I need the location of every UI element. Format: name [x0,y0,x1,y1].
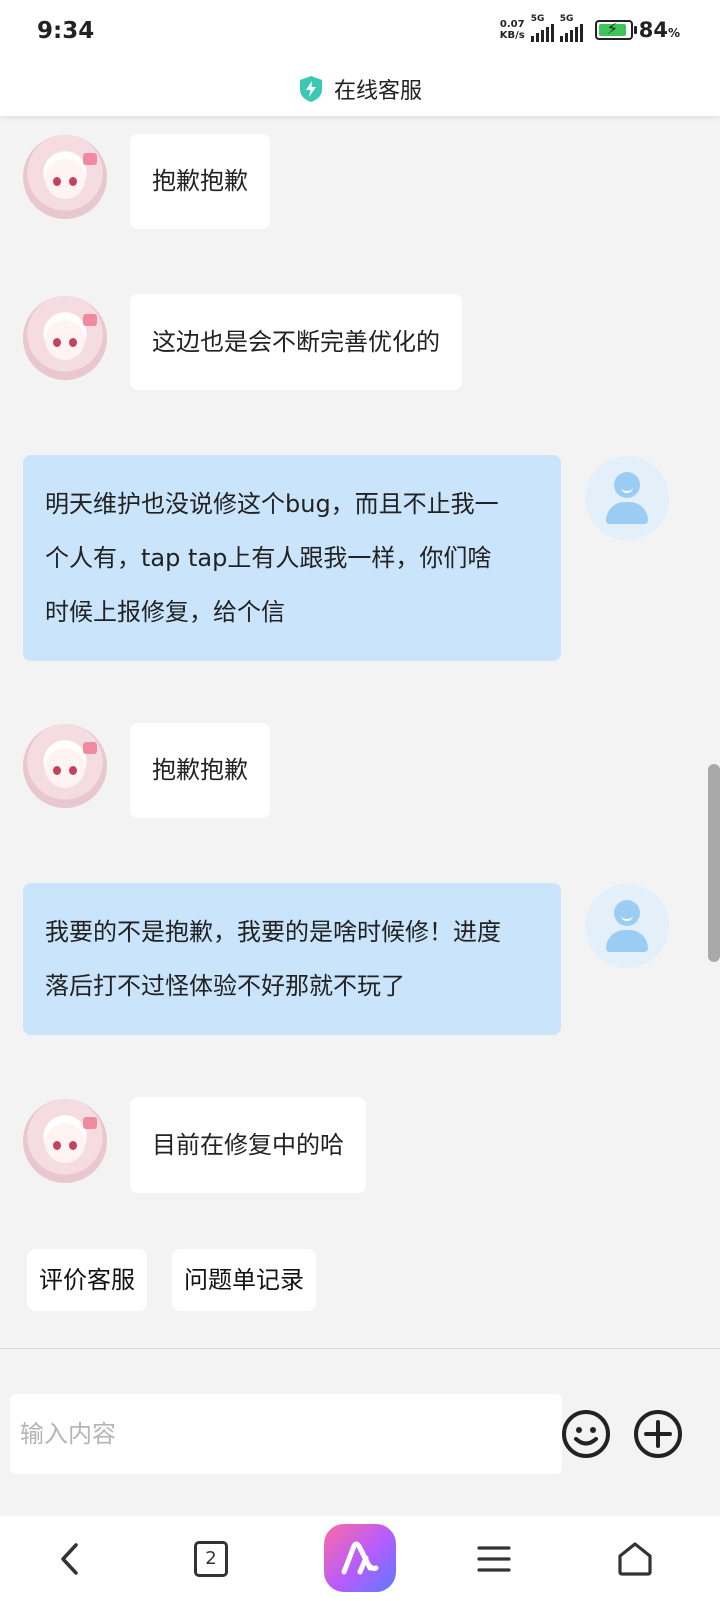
scrollbar[interactable] [708,764,720,962]
message-input[interactable] [10,1394,562,1474]
tabs-icon: 2 [194,1541,228,1577]
user-message-line: 时候上报修复，给个信 [45,598,285,626]
user-message-line: 个人有，tap tap上有人跟我一样，你们啥 [45,544,492,572]
status-time: 9:34 [37,18,95,44]
browser-nav-bar: 2 [0,1516,720,1601]
page-header: 在线客服 [0,62,720,116]
agent-avatar [23,296,107,380]
user-message-line: 我要的不是抱歉，我要的是啥时候修！进度 [45,918,501,946]
user-message-line: 落后打不过怪体验不好那就不玩了 [45,972,405,1000]
app-logo-icon[interactable] [324,1524,396,1592]
network-speed-value: 0.07 [499,19,525,30]
agent-message: 抱歉抱歉 [130,134,270,229]
rate-service-button[interactable]: 评价客服 [27,1249,147,1311]
agent-message: 这边也是会不断完善优化的 [130,294,462,390]
plus-circle-icon[interactable] [633,1409,683,1459]
battery-percent: 84% [638,18,680,42]
emoji-icon[interactable] [561,1409,611,1459]
agent-avatar [23,724,107,808]
shield-bolt-icon [299,76,322,102]
signal-icon: 5G [530,14,554,42]
agent-message: 目前在修复中的哈 [130,1097,366,1193]
chat-list[interactable]: 抱歉抱歉 这边也是会不断完善优化的 明天维护也没说修这个bug，而且不止我一 个… [0,116,720,1348]
network-speed-unit: KB/s [499,30,525,41]
user-message-line: 明天维护也没说修这个bug，而且不止我一 [45,490,499,518]
battery-icon: ⚡ [594,19,637,40]
user-message: 明天维护也没说修这个bug，而且不止我一 个人有，tap tap上有人跟我一样，… [23,455,561,661]
user-message: 我要的不是抱歉，我要的是啥时候修！进度 落后打不过怪体验不好那就不玩了 [23,883,561,1035]
status-icons: 0.07 KB/s 5G 5G ⚡ 84% [500,14,680,42]
page-title: 在线客服 [333,79,422,104]
ticket-history-button[interactable]: 问题单记录 [172,1249,316,1311]
signal-label: 5G [530,14,545,24]
input-bar [0,1348,720,1517]
network-speed: 0.07 KB/s [500,19,525,41]
signal-icon-2: 5G [559,14,583,42]
status-bar: 9:34 0.07 KB/s 5G 5G ⚡ 84% [0,0,720,62]
agent-avatar [23,1099,107,1183]
menu-icon[interactable] [469,1534,519,1584]
back-icon[interactable] [45,1534,95,1584]
agent-avatar [23,135,107,219]
agent-message: 抱歉抱歉 [130,723,270,818]
home-icon[interactable] [610,1534,660,1584]
user-avatar [585,456,669,540]
signal-label-2: 5G [559,14,574,24]
user-avatar [585,884,669,968]
tabs-button[interactable]: 2 [186,1534,236,1584]
